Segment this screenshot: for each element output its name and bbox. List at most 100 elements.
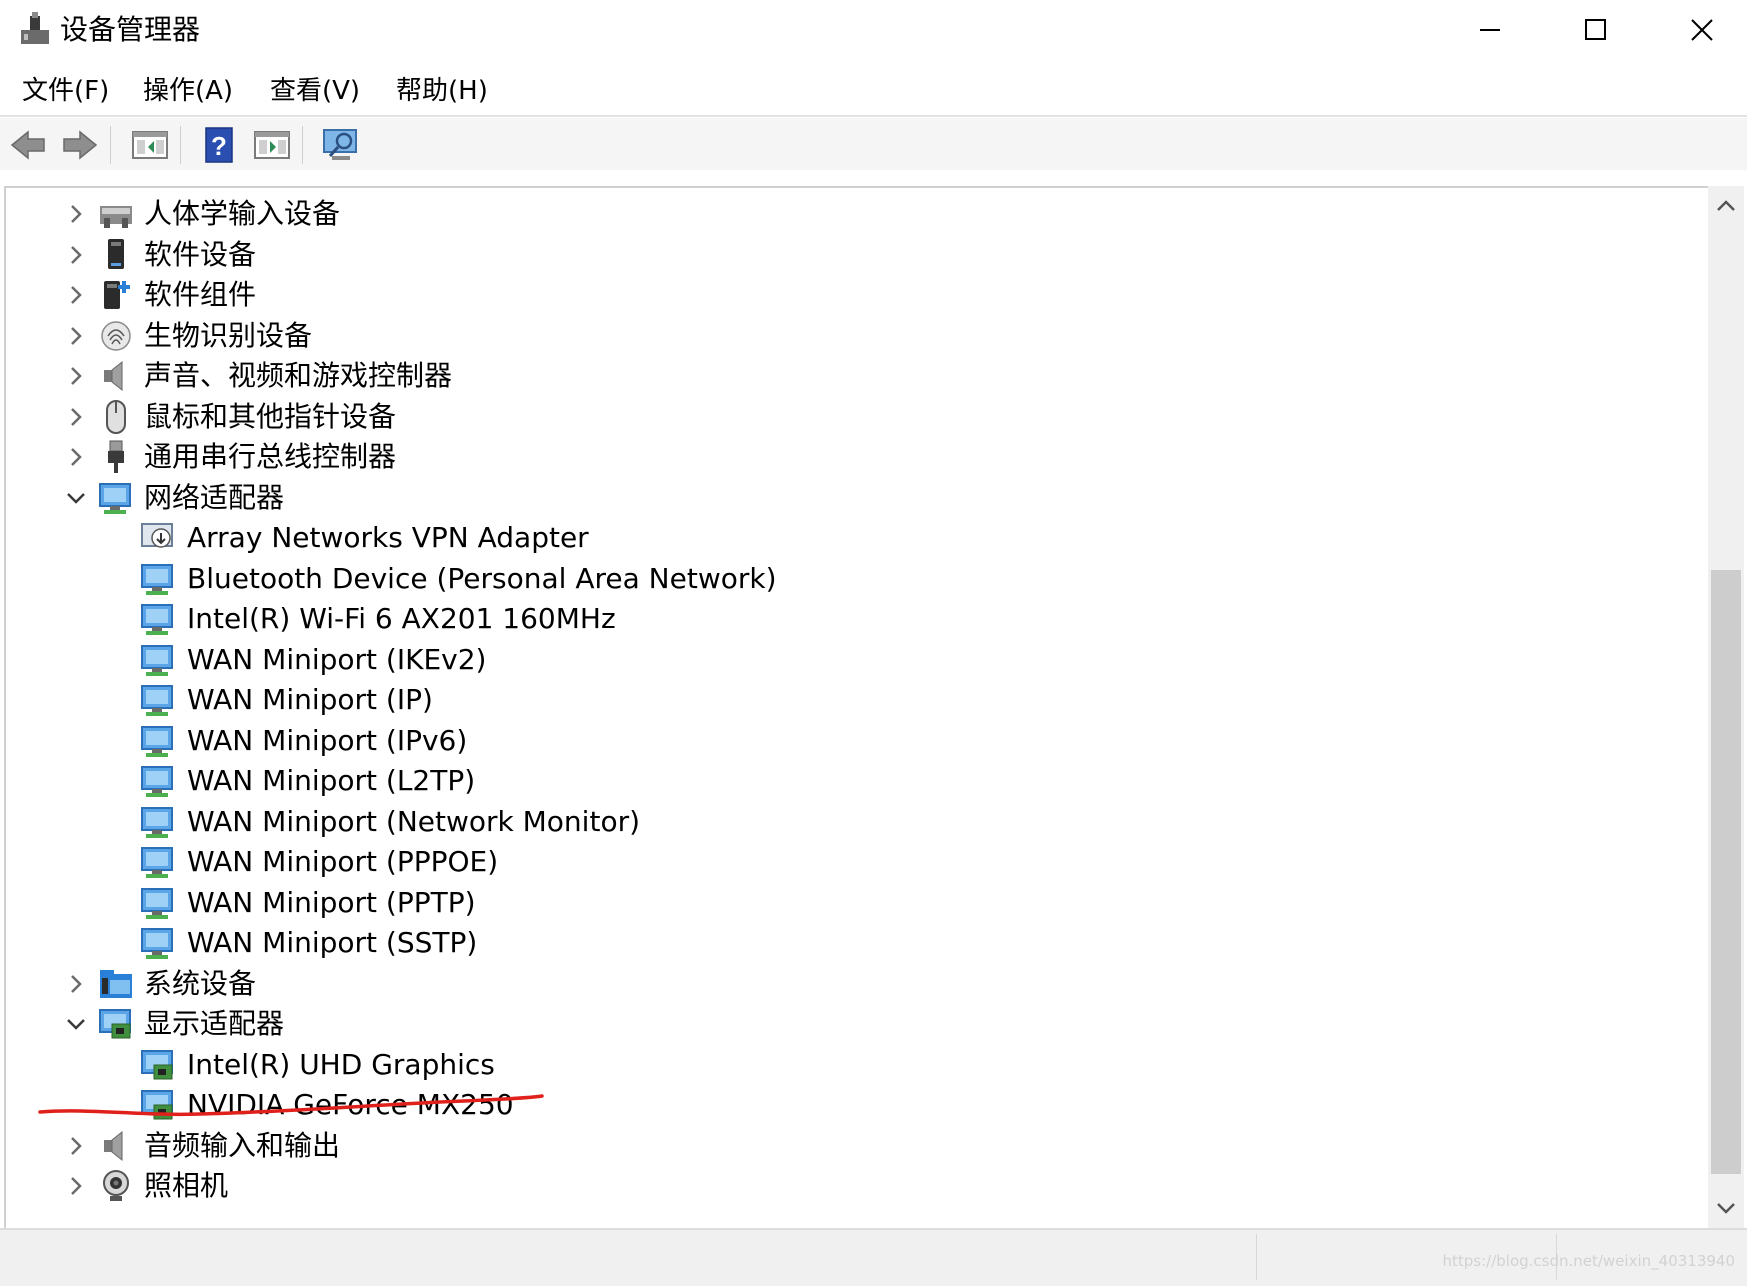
chevron-down-icon[interactable] [64,1012,88,1036]
chevron-right-icon[interactable] [64,405,88,429]
chevron-right-icon[interactable] [64,1174,88,1198]
tree-device[interactable]: Intel(R) UHD Graphics [6,1045,1696,1085]
speaker-icon [104,1130,123,1161]
scroll-up-button[interactable] [1708,186,1744,226]
tree-category[interactable]: 显示适配器 [6,1004,1696,1044]
tree-item-label: Array Networks VPN Adapter [187,521,589,554]
chevron-right-icon[interactable] [64,324,88,348]
maximize-icon [1585,19,1606,40]
tree-device[interactable]: WAN Miniport (PPTP) [6,883,1696,923]
network-card-icon [141,644,173,676]
tree-category[interactable]: 网络适配器 [6,478,1696,518]
minimize-button[interactable] [1460,8,1520,52]
menu-view[interactable]: 查看(V) [270,72,360,110]
help-button[interactable]: ? [200,126,240,164]
chevron-right-icon[interactable] [64,445,88,469]
tree-device[interactable]: Array Networks VPN Adapter [6,518,1696,558]
fingerprint-icon [101,320,131,351]
tree-category[interactable]: 生物识别设备 [6,316,1696,356]
chevron-right-icon[interactable] [64,1134,88,1158]
tree-device[interactable]: Bluetooth Device (Personal Area Network) [6,559,1696,599]
tree-category[interactable]: 照相机 [6,1166,1696,1206]
network-card-icon [141,928,173,959]
tree-device[interactable]: WAN Miniport (IKEv2) [6,640,1696,680]
chevron-right-icon[interactable] [64,202,88,226]
tree-category[interactable]: 人体学输入设备 [6,194,1696,234]
tree-item-label: WAN Miniport (IKEv2) [187,642,487,676]
tree-category[interactable]: 鼠标和其他指针设备 [6,397,1696,437]
title-bar: 设备管理器 [0,0,1747,64]
toolbar-separator [110,126,111,164]
vertical-scrollbar[interactable] [1708,186,1744,1228]
tree-category[interactable]: 软件设备 [6,235,1696,275]
watermark-text: https://blog.csdn.net/weixin_40313940 [1442,1252,1735,1270]
chevron-up-icon [1717,200,1735,211]
tree-device[interactable]: Intel(R) Wi-Fi 6 AX201 160MHz [6,599,1696,639]
action-pane-icon [254,131,290,159]
network-card-icon [141,887,173,919]
tree-item-label: WAN Miniport (PPPOE) [187,845,499,878]
chevron-right-icon[interactable] [64,283,88,307]
menu-divider [0,115,1747,117]
tree-category[interactable]: 软件组件 [6,275,1696,315]
network-card-icon [141,847,173,878]
chevron-right-icon[interactable] [64,243,88,267]
scroll-thumb[interactable] [1711,570,1741,1174]
chevron-right-icon[interactable] [64,972,88,996]
show-hide-console-tree-button[interactable] [130,126,170,164]
tree-device[interactable]: WAN Miniport (L2TP) [6,761,1696,801]
tree-device[interactable]: WAN Miniport (IPv6) [6,721,1696,761]
close-button[interactable] [1672,8,1732,52]
tree-item-label: 软件设备 [144,237,257,271]
show-hide-action-pane-button[interactable] [252,126,292,164]
tree-item-label: 音频输入和输出 [144,1128,341,1162]
menu-action[interactable]: 操作(A) [143,72,233,110]
chevron-down-icon[interactable] [64,486,88,510]
webcam-icon [103,1170,129,1201]
minimize-icon [1480,29,1500,31]
menu-file[interactable]: 文件(F) [22,72,109,110]
tree-device[interactable]: WAN Miniport (PPPOE) [6,842,1696,882]
tree-device[interactable]: WAN Miniport (IP) [6,680,1696,720]
close-icon [1691,19,1713,41]
tree-item-label: 照相机 [144,1169,229,1202]
chevron-right-icon[interactable] [64,364,88,388]
scan-hardware-monitor-icon [323,129,357,160]
tree-category[interactable]: 声音、视频和游戏控制器 [6,356,1696,396]
tree-item-label: Bluetooth Device (Personal Area Network) [187,561,777,595]
network-card-icon [141,563,173,595]
tree-item-label: WAN Miniport (L2TP) [187,764,476,797]
tree-item-label: 显示适配器 [144,1007,285,1040]
tree-device[interactable]: WAN Miniport (SSTP) [6,923,1696,963]
mouse-icon [106,399,126,434]
toolbar: ? [0,118,1747,170]
forward-button[interactable] [60,126,100,164]
tree-category[interactable]: 系统设备 [6,964,1696,1004]
network-card-icon [141,806,173,838]
human-interface-device-icon [100,206,132,228]
back-button[interactable] [8,126,48,164]
device-manager-app-icon [21,12,49,44]
system-device-folder-icon [100,969,132,998]
tree-category[interactable]: 音频输入和输出 [6,1126,1696,1166]
tree-item-label: 通用串行总线控制器 [144,440,397,473]
display-adapter-icon [99,1009,131,1039]
tree-item-label: 人体学输入设备 [144,197,341,230]
network-card-icon [141,725,173,757]
scan-hardware-button[interactable] [320,126,360,164]
tree-item-label: WAN Miniport (IPv6) [187,723,468,757]
toolbar-separator [180,126,181,164]
maximize-button[interactable] [1566,8,1626,52]
tree-category[interactable]: 通用串行总线控制器 [6,437,1696,477]
menu-bar: 文件(F) 操作(A) 查看(V) 帮助(H) [0,66,1747,116]
tree-item-label: WAN Miniport (Network Monitor) [187,804,641,838]
tree-item-label: 鼠标和其他指针设备 [144,399,397,433]
scroll-down-button[interactable] [1708,1188,1744,1228]
software-device-icon [108,238,124,269]
menu-help[interactable]: 帮助(H) [396,72,488,110]
tree-device[interactable]: WAN Miniport (Network Monitor) [6,802,1696,842]
toolbar-separator [302,126,303,164]
tree-item-label: Intel(R) UHD Graphics [187,1047,495,1081]
network-card-icon [141,766,173,797]
tree-item-label: 生物识别设备 [144,318,313,352]
